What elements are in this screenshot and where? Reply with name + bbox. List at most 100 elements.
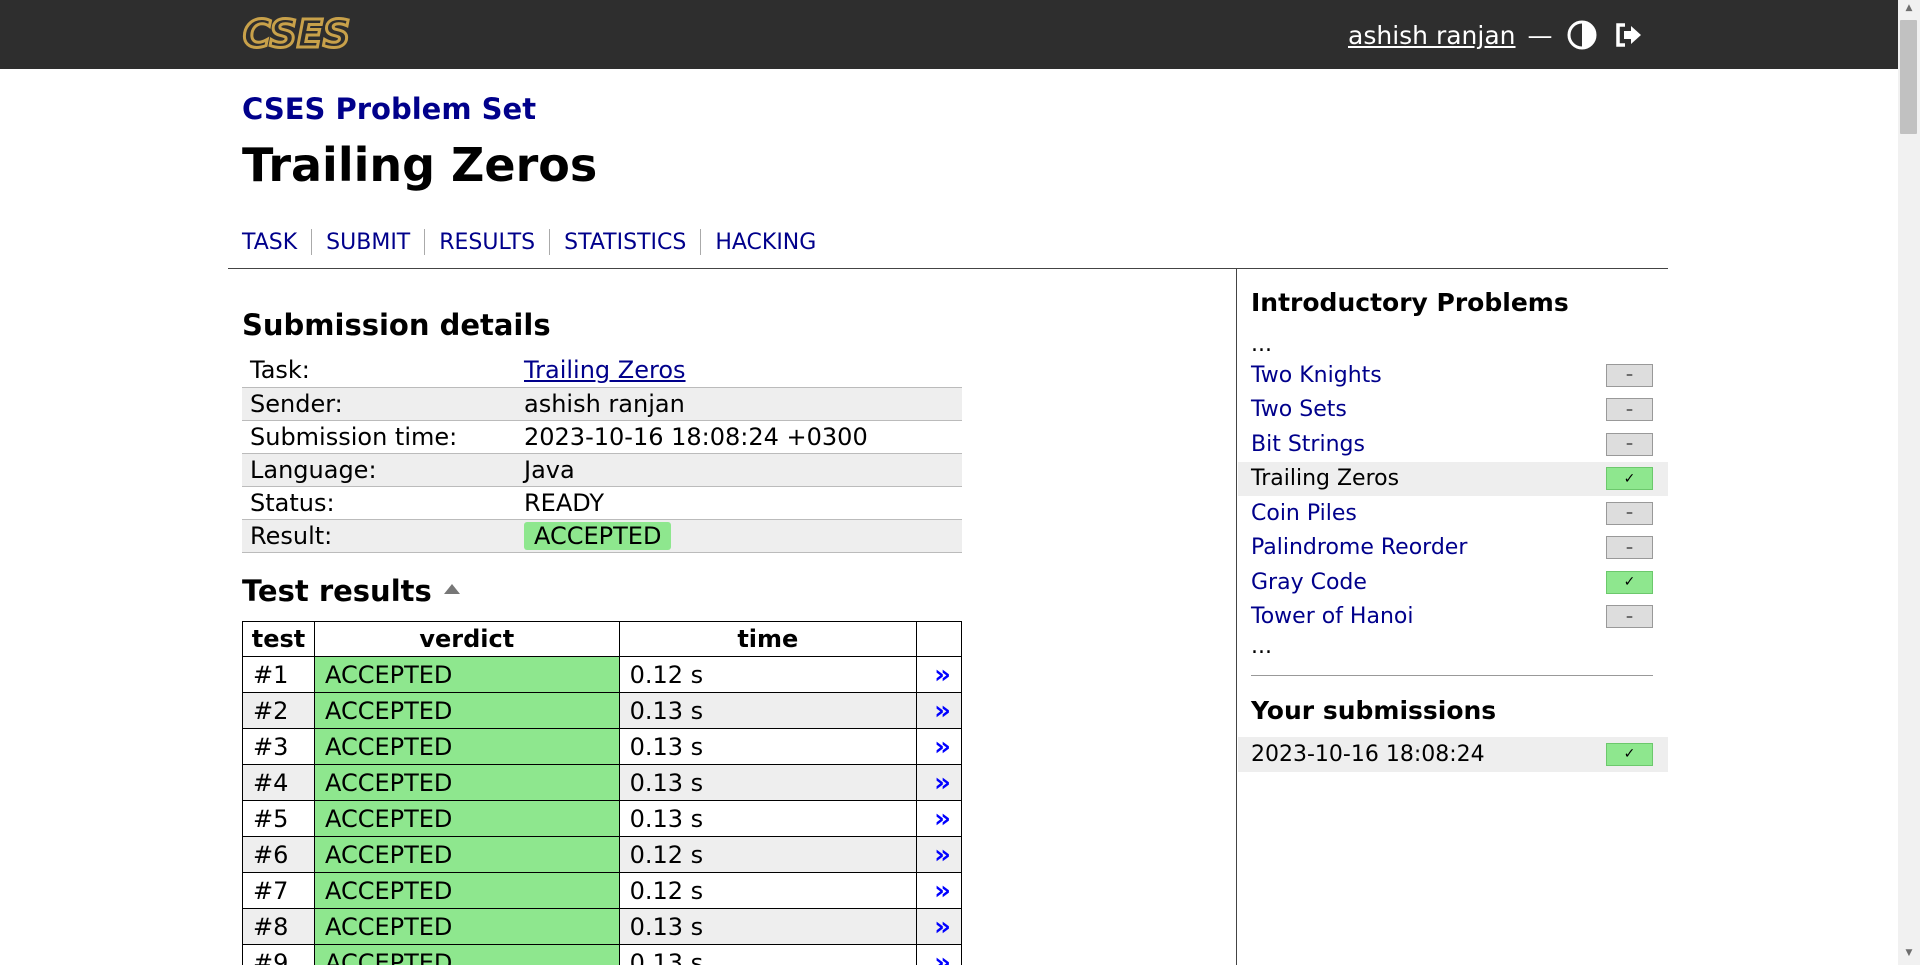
detail-value: 2023-10-16 18:08:24 +0300: [516, 420, 962, 454]
user-link[interactable]: ashish ranjan: [1348, 21, 1516, 50]
double-chevron-icon[interactable]: »: [934, 768, 951, 798]
detail-value: ashish ranjan: [516, 387, 962, 421]
detail-value: READY: [516, 486, 962, 520]
double-chevron-icon[interactable]: »: [934, 660, 951, 690]
test-details-link[interactable]: »: [916, 764, 962, 801]
test-number: #6: [242, 836, 315, 873]
problem-item[interactable]: Coin Piles –: [1238, 496, 1668, 531]
problem-list: Two Knights – Two Sets – Bit Strings – Trai…: [1238, 358, 1668, 634]
test-number: #2: [242, 692, 315, 729]
ellipsis-bottom: ...: [1251, 634, 1272, 659]
solved-check-icon: ✓: [1606, 467, 1653, 491]
tab-hacking[interactable]: HACKING: [715, 230, 816, 255]
double-chevron-icon[interactable]: »: [934, 840, 951, 870]
account-area: ashish ranjan —: [1348, 17, 1645, 53]
column-header-verdict: verdict: [313, 621, 620, 657]
table-row: #4 ACCEPTED 0.13 s »: [242, 764, 962, 801]
detail-row: Language: Java: [242, 453, 962, 487]
current-problem-label: Trailing Zeros: [1251, 466, 1400, 492]
test-number: #1: [242, 656, 315, 693]
test-verdict: ACCEPTED: [313, 692, 620, 729]
unsolved-status-icon: –: [1606, 605, 1653, 629]
tab-submit[interactable]: SUBMIT: [326, 230, 410, 255]
test-time: 0.13 s: [618, 764, 918, 801]
detail-value: ACCEPTED: [516, 519, 962, 553]
ellipsis-top: ...: [1251, 332, 1272, 357]
column-header-link: [916, 621, 962, 657]
submission-time[interactable]: 2023-10-16 18:08:24: [1251, 742, 1485, 767]
double-chevron-icon[interactable]: »: [934, 732, 951, 762]
test-details-link[interactable]: »: [916, 908, 962, 945]
table-row: #7 ACCEPTED 0.12 s »: [242, 872, 962, 909]
detail-key: Language:: [242, 453, 516, 487]
solved-check-icon: ✓: [1606, 570, 1653, 594]
test-time: 0.12 s: [618, 836, 918, 873]
table-row: #6 ACCEPTED 0.12 s »: [242, 836, 962, 873]
unsolved-status-icon: –: [1606, 501, 1653, 525]
test-details-link[interactable]: »: [916, 656, 962, 693]
table-row: #9 ACCEPTED 0.13 s »: [242, 944, 962, 965]
test-details-link[interactable]: »: [916, 836, 962, 873]
collapse-caret-icon[interactable]: [443, 584, 460, 594]
test-details-link[interactable]: »: [916, 728, 962, 765]
detail-key: Submission time:: [242, 420, 516, 454]
scrollbar-track[interactable]: [1898, 0, 1920, 965]
test-details-link[interactable]: »: [916, 944, 962, 965]
unsolved-status-icon: –: [1606, 536, 1653, 560]
problem-link[interactable]: Palindrome Reorder: [1251, 535, 1467, 560]
logout-icon[interactable]: [1611, 18, 1645, 52]
scroll-down-arrow-icon[interactable]: ▼: [1903, 947, 1915, 959]
double-chevron-icon[interactable]: »: [934, 804, 951, 834]
test-number: #3: [242, 728, 315, 765]
tab-statistics[interactable]: STATISTICS: [564, 230, 686, 255]
task-link[interactable]: Trailing Zeros: [524, 356, 686, 384]
problem-item-current: Trailing Zeros ✓: [1238, 461, 1668, 496]
tab-results[interactable]: RESULTS: [439, 230, 535, 255]
problem-link[interactable]: Two Sets: [1251, 397, 1347, 422]
test-results-heading[interactable]: Test results: [242, 574, 460, 608]
double-chevron-icon[interactable]: »: [934, 876, 951, 906]
double-chevron-icon[interactable]: »: [934, 696, 951, 726]
test-verdict: ACCEPTED: [313, 656, 620, 693]
test-verdict: ACCEPTED: [313, 908, 620, 945]
problem-link[interactable]: Tower of Hanoi: [1251, 604, 1413, 629]
submission-item[interactable]: 2023-10-16 18:08:24 ✓: [1238, 737, 1668, 772]
top-bar: CSES ashish ranjan —: [0, 0, 1898, 69]
problem-item[interactable]: Tower of Hanoi –: [1238, 600, 1668, 635]
test-verdict: ACCEPTED: [313, 764, 620, 801]
scrollbar-thumb[interactable]: [1900, 20, 1917, 134]
tab-task[interactable]: TASK: [242, 230, 297, 255]
test-details-link[interactable]: »: [916, 800, 962, 837]
cses-logo[interactable]: CSES: [241, 14, 381, 54]
problem-item[interactable]: Gray Code ✓: [1238, 565, 1668, 600]
problem-link[interactable]: Bit Strings: [1251, 432, 1365, 457]
detail-key: Status:: [242, 486, 516, 520]
separator-dash: —: [1527, 20, 1553, 50]
problem-link[interactable]: Two Knights: [1251, 363, 1382, 388]
test-number: #9: [242, 944, 315, 965]
detail-key: Result:: [242, 519, 516, 553]
double-chevron-icon[interactable]: »: [934, 912, 951, 942]
problem-link[interactable]: Coin Piles: [1251, 501, 1357, 526]
problem-item[interactable]: Two Sets –: [1238, 393, 1668, 428]
double-chevron-icon[interactable]: »: [934, 948, 951, 965]
scroll-up-arrow-icon[interactable]: ▲: [1903, 2, 1915, 14]
theme-toggle-icon[interactable]: [1565, 18, 1599, 52]
problem-link[interactable]: Gray Code: [1251, 570, 1367, 595]
table-row: #8 ACCEPTED 0.13 s »: [242, 908, 962, 945]
problem-item[interactable]: Palindrome Reorder –: [1238, 531, 1668, 566]
detail-row: Submission time: 2023-10-16 18:08:24 +03…: [242, 420, 962, 454]
detail-row: Task: Trailing Zeros: [242, 354, 962, 388]
test-time: 0.12 s: [618, 656, 918, 693]
test-verdict: ACCEPTED: [313, 944, 620, 965]
test-details-link[interactable]: »: [916, 692, 962, 729]
sidebar-divider: [1236, 268, 1237, 965]
problem-item[interactable]: Two Knights –: [1238, 358, 1668, 393]
test-time: 0.13 s: [618, 800, 918, 837]
test-number: #5: [242, 800, 315, 837]
table-row: #5 ACCEPTED 0.13 s »: [242, 800, 962, 837]
test-details-link[interactable]: »: [916, 872, 962, 909]
table-row: #2 ACCEPTED 0.13 s »: [242, 692, 962, 729]
site-title[interactable]: CSES Problem Set: [242, 92, 536, 126]
problem-item[interactable]: Bit Strings –: [1238, 427, 1668, 462]
